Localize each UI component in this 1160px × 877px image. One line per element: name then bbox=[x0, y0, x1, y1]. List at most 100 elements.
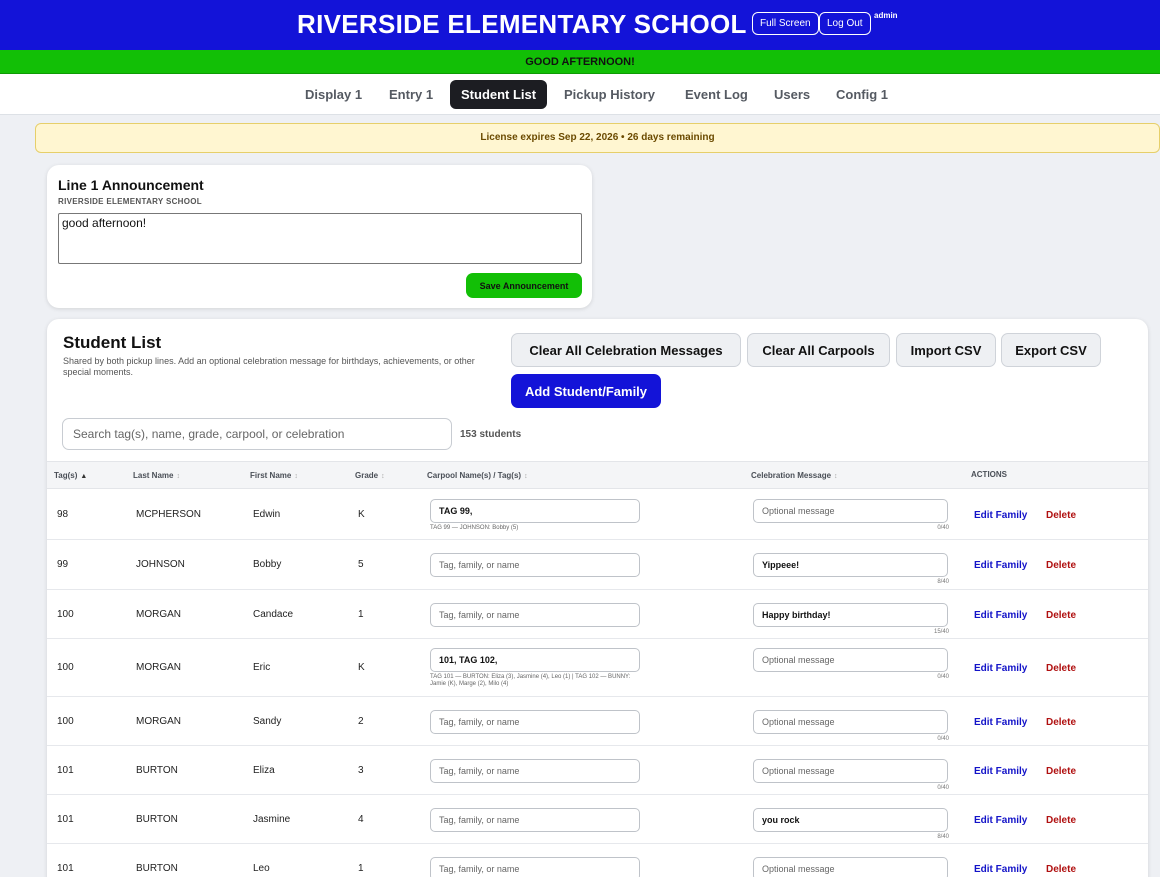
student-search-input[interactable] bbox=[62, 418, 452, 450]
nav-tabs: Display 1 Entry 1 Student List Pickup Hi… bbox=[0, 74, 1160, 115]
tag-cell: 98 bbox=[57, 509, 69, 520]
table-row: 100 MORGAN Sandy 2 0/40 Edit Family Delete bbox=[47, 697, 1148, 746]
tab-config-1[interactable]: Config 1 bbox=[825, 80, 899, 109]
grade-cell: 1 bbox=[358, 608, 364, 620]
carpool-input[interactable] bbox=[430, 648, 640, 672]
character-counter: 15/40 bbox=[933, 628, 949, 635]
current-user: admin bbox=[874, 11, 898, 20]
celebration-input[interactable] bbox=[753, 553, 948, 577]
tag-cell: 100 bbox=[57, 662, 74, 673]
full-screen-button[interactable]: Full Screen bbox=[752, 12, 819, 35]
first-name-cell: Bobby bbox=[253, 559, 282, 570]
table-row: 101BURTONLeo10/40Edit FamilyDelete bbox=[47, 844, 1148, 877]
carpool-input[interactable] bbox=[430, 758, 640, 783]
clear-carpools-button[interactable]: Clear All Carpools bbox=[747, 333, 890, 367]
student-count: 153 students bbox=[460, 429, 522, 440]
last-name-cell: JOHNSON bbox=[136, 559, 185, 570]
grade-cell: K bbox=[358, 509, 365, 520]
table-row: 100 MORGAN Candace 1 15/40 Edit Family Delete bbox=[47, 590, 1148, 639]
edit-family-link[interactable]: Edit Family bbox=[974, 560, 1027, 571]
add-student-family-button[interactable]: Add Student/Family bbox=[511, 374, 661, 408]
student-list-card: Student List Shared by both pickup lines… bbox=[47, 319, 1148, 877]
edit-family-link[interactable]: Edit Family bbox=[974, 663, 1027, 674]
table-row: 100 MORGAN Eric K TAG 101 — BURTON: Eliza (3… bbox=[47, 639, 1148, 697]
celebration-input[interactable] bbox=[753, 807, 948, 832]
edit-family-link[interactable]: Edit Family bbox=[974, 815, 1027, 826]
delete-link[interactable]: Delete bbox=[1046, 766, 1076, 777]
tag-cell: 101 bbox=[57, 813, 74, 825]
delete-link[interactable]: Delete bbox=[1046, 610, 1076, 621]
last-name-cell: MORGAN bbox=[136, 662, 181, 673]
student-list-description: Shared by both pickup lines. Add an opti… bbox=[63, 356, 475, 377]
edit-family-link[interactable]: Edit Family bbox=[974, 510, 1027, 521]
column-header-grade[interactable]: Grade ↕ bbox=[355, 471, 385, 480]
edit-family-link[interactable]: Edit Family bbox=[974, 766, 1027, 777]
celebration-input[interactable] bbox=[753, 648, 948, 672]
sort-icon: ↕ bbox=[176, 473, 180, 480]
first-name-cell: Eric bbox=[253, 662, 271, 673]
delete-link[interactable]: Delete bbox=[1046, 717, 1076, 728]
tab-event-log[interactable]: Event Log bbox=[674, 80, 759, 109]
grade-cell: K bbox=[358, 662, 365, 673]
last-name-cell: BURTON bbox=[136, 813, 178, 825]
table-row: 98 MCPHERSON Edwin K TAG 99 — JOHNSON: Bobby… bbox=[47, 490, 1148, 540]
carpool-details: TAG 99 — JOHNSON: Bobby (5) bbox=[430, 525, 519, 531]
celebration-input[interactable] bbox=[753, 709, 948, 734]
celebration-input[interactable] bbox=[753, 602, 948, 627]
top-header: RIVERSIDE ELEMENTARY SCHOOL Full Screen … bbox=[0, 0, 1160, 50]
clear-celebrations-button[interactable]: Clear All Celebration Messages bbox=[511, 333, 741, 367]
column-header-first-name[interactable]: First Name ↕ bbox=[250, 471, 298, 480]
character-counter: 8/40 bbox=[937, 579, 949, 585]
import-csv-button[interactable]: Import CSV bbox=[896, 333, 996, 367]
sort-icon: ↕ bbox=[834, 473, 838, 480]
grade-cell: 5 bbox=[358, 559, 364, 570]
edit-family-link[interactable]: Edit Family bbox=[974, 864, 1027, 875]
announcement-textarea[interactable] bbox=[58, 213, 582, 264]
delete-link[interactable]: Delete bbox=[1046, 864, 1076, 875]
first-name-cell: Candace bbox=[253, 608, 294, 620]
celebration-input[interactable] bbox=[753, 499, 948, 523]
tag-cell: 101 bbox=[57, 863, 74, 874]
carpool-input[interactable] bbox=[430, 807, 640, 832]
delete-link[interactable]: Delete bbox=[1046, 815, 1076, 826]
tab-entry-1[interactable]: Entry 1 bbox=[378, 80, 444, 109]
tab-student-list[interactable]: Student List bbox=[450, 80, 548, 109]
tag-cell: 100 bbox=[57, 608, 74, 620]
celebration-input[interactable] bbox=[753, 758, 948, 783]
character-counter: 8/40 bbox=[937, 833, 949, 840]
grade-cell: 2 bbox=[358, 715, 364, 727]
edit-family-link[interactable]: Edit Family bbox=[974, 610, 1027, 621]
celebration-input[interactable] bbox=[753, 857, 948, 877]
carpool-details: TAG 101 — BURTON: Eliza (3), Jasmine (4)… bbox=[430, 674, 631, 687]
carpool-input[interactable] bbox=[430, 709, 640, 734]
carpool-input[interactable] bbox=[430, 553, 640, 577]
sort-ascending-icon: ▲ bbox=[80, 473, 88, 480]
tab-pickup-history[interactable]: Pickup History bbox=[553, 80, 666, 109]
tab-display-1[interactable]: Display 1 bbox=[294, 80, 373, 109]
edit-family-link[interactable]: Edit Family bbox=[974, 717, 1027, 728]
character-counter: 0/40 bbox=[937, 674, 949, 680]
delete-link[interactable]: Delete bbox=[1046, 510, 1076, 521]
export-csv-button[interactable]: Export CSV bbox=[1001, 333, 1101, 367]
save-announcement-button[interactable]: Save Announcement bbox=[466, 273, 582, 298]
last-name-cell: BURTON bbox=[136, 764, 178, 776]
column-header-celebration[interactable]: Celebration Message ↕ bbox=[751, 471, 838, 480]
carpool-input[interactable] bbox=[430, 602, 640, 627]
first-name-cell: Edwin bbox=[253, 509, 281, 520]
carpool-input[interactable] bbox=[430, 499, 640, 523]
table-row: 99 JOHNSON Bobby 5 8/40 Edit Family Delete bbox=[47, 540, 1148, 590]
column-header-tag[interactable]: Tag(s) ▲ bbox=[54, 471, 87, 480]
log-out-button[interactable]: Log Out bbox=[819, 12, 871, 35]
delete-link[interactable]: Delete bbox=[1046, 560, 1076, 571]
sort-icon: ↕ bbox=[524, 473, 528, 480]
first-name-cell: Jasmine bbox=[253, 813, 291, 825]
carpool-input[interactable] bbox=[430, 857, 640, 877]
tab-users[interactable]: Users bbox=[763, 80, 821, 109]
tag-cell: 100 bbox=[57, 715, 74, 727]
delete-link[interactable]: Delete bbox=[1046, 663, 1076, 674]
school-title: RIVERSIDE ELEMENTARY SCHOOL bbox=[297, 9, 747, 39]
column-header-last-name[interactable]: Last Name ↕ bbox=[133, 471, 180, 480]
character-counter: 0/40 bbox=[937, 784, 949, 791]
column-header-carpool[interactable]: Carpool Name(s) / Tag(s) ↕ bbox=[427, 471, 528, 480]
last-name-cell: MCPHERSON bbox=[136, 509, 202, 520]
